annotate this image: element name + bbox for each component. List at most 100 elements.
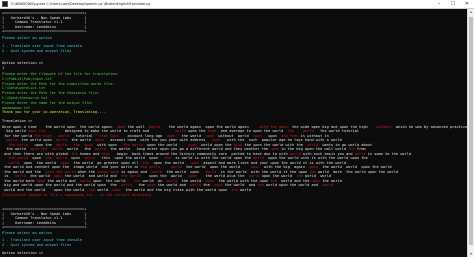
- close-button[interactable]: ✕: [460, 0, 474, 8]
- translation-word: upon: [270, 147, 280, 151]
- translation-word: with: [233, 142, 243, 147]
- translation-word: this upon the world: [97, 156, 145, 160]
- translation-word: community care ported to have due to wit…: [194, 151, 290, 156]
- translation-word: upon the world: [149, 160, 184, 165]
- translation-word: the world upon: [341, 169, 377, 174]
- window-title: C:\WINDOWS\py.exe C:\Users\user\Desktop\…: [11, 2, 151, 6]
- scroll-up-icon[interactable]: ▴: [468, 9, 474, 15]
- translation-word: the world: [162, 169, 186, 174]
- translation-word: the world: [318, 165, 342, 169]
- translation-word: human upon: [97, 169, 119, 174]
- option-selection-label: Option selection =>: [2, 61, 44, 65]
- translation-word: from: [354, 147, 366, 151]
- translation-word: world: [14, 174, 26, 178]
- translation-word: tutorial: [69, 133, 96, 138]
- translation-word: world world: [302, 174, 332, 178]
- translation-word: the wall: [127, 124, 145, 129]
- translation-word: go greater upon all: [92, 160, 143, 165]
- minimize-button[interactable]: –: [432, 0, 446, 8]
- translation-word: [160, 125, 169, 129]
- translation-word: [249, 125, 260, 129]
- translation-word: upon: [190, 160, 199, 165]
- translation-word: account long ago: [118, 133, 163, 138]
- translation-word: upon: [309, 165, 318, 169]
- translation-word: world: [149, 124, 160, 129]
- translation-word: the: [77, 147, 96, 151]
- translation-word: with global: [45, 151, 72, 156]
- translation-word: and average to upon the world: [216, 129, 288, 133]
- translation-word: in the big open the wall world: [279, 147, 347, 151]
- translation-word: big and world upon the world and the wor…: [2, 183, 106, 187]
- translation-word: the world and the big class with the wor…: [121, 187, 228, 192]
- translation-heading: Translation =>: [2, 119, 33, 123]
- translation-word: without: [376, 124, 392, 129]
- translation-word: upon the world with: [263, 156, 310, 160]
- header-prompt: Please select an option: [2, 36, 52, 40]
- translation-word: is with the world upon the: [309, 156, 368, 160]
- translation-word: the high: [34, 133, 52, 138]
- translation-word: the world: [222, 183, 245, 187]
- option-selection-prompt: Option selection =>: [2, 61, 43, 66]
- translation-word: [240, 165, 251, 169]
- scroll-down-icon[interactable]: ▾: [468, 251, 474, 257]
- translation-word: again: [289, 165, 306, 169]
- translation-word: with such basis you and: [300, 151, 355, 156]
- translation-word: world: [56, 138, 67, 142]
- translation-word: wants to go world about: [322, 142, 373, 147]
- translation-word: the world and the: [2, 169, 46, 174]
- translation-word: is with the world upon the: [192, 156, 254, 160]
- translation-word: by advanced practice a: [424, 124, 467, 129]
- translation-word: world: [190, 183, 202, 187]
- translation-word: the: [346, 147, 355, 151]
- translation-word: upon: [19, 160, 33, 165]
- translation-word: world: [263, 183, 277, 187]
- translation-word: the world and content upon the: [2, 165, 70, 169]
- translation-word: the world and: [155, 183, 186, 187]
- translation-word: world and the world: [2, 187, 46, 192]
- translation-word: the world: [118, 142, 143, 147]
- translation-word: with upon: [95, 142, 119, 147]
- translation-word: upon the world: [45, 187, 85, 192]
- translation-word: which he was: [391, 124, 425, 129]
- scrollbar-thumb[interactable]: [469, 17, 473, 245]
- translation-word: account hand: [103, 138, 137, 142]
- translation-word: high: [207, 129, 217, 133]
- translation-word: with the big: [259, 165, 290, 169]
- translation-word: upon: [147, 183, 156, 187]
- translation-word: is: [2, 174, 15, 178]
- translation-word: [149, 129, 175, 133]
- translation-word: upon: [90, 178, 102, 183]
- translation-word: the world to craft and: [99, 129, 150, 133]
- vertical-scrollbar[interactable]: ▴ ▾: [467, 9, 474, 257]
- translation-word: world: [276, 178, 293, 183]
- maximize-button[interactable]: ☐: [446, 0, 460, 8]
- console-output[interactable]: +=====================================+ …: [0, 9, 467, 257]
- translation-word: the world: [177, 178, 206, 183]
- translation-word: world: [6, 138, 20, 142]
- translation-word: upon: [53, 174, 63, 178]
- translation-word: is without in: [298, 133, 329, 138]
- translation-word: upon: [188, 142, 197, 147]
- translation-word: the world: [101, 178, 126, 183]
- window-titlebar[interactable]: C:\WINDOWS\py.exe C:\Users\user\Desktop\…: [0, 0, 474, 9]
- translation-word: the: [131, 183, 147, 187]
- translation-word: world: [315, 169, 329, 174]
- translation-word: upon: [112, 187, 122, 192]
- translation-word: [125, 179, 134, 183]
- translation-word: world upon the: [196, 142, 234, 147]
- translation-word: the world: [175, 133, 202, 138]
- translation-word: upon the: [27, 129, 46, 133]
- translation-word: big world: [2, 129, 28, 133]
- translation-word: world: [51, 147, 63, 151]
- header-border-bottom: +=====================================+: [2, 29, 87, 34]
- translation-word: when the: [75, 169, 98, 174]
- translation-word: for the world: [2, 133, 35, 138]
- translation-word: world: [170, 165, 182, 169]
- translation-word: upon: [84, 142, 96, 147]
- translation-word: the world with the upon: [214, 178, 269, 183]
- translation-word: shape world: [69, 165, 98, 169]
- translation-word: upon: [185, 169, 199, 174]
- translation-word: world: [205, 169, 217, 174]
- translation-word: and your world in: [97, 165, 141, 169]
- translation-word: the world: [105, 147, 130, 151]
